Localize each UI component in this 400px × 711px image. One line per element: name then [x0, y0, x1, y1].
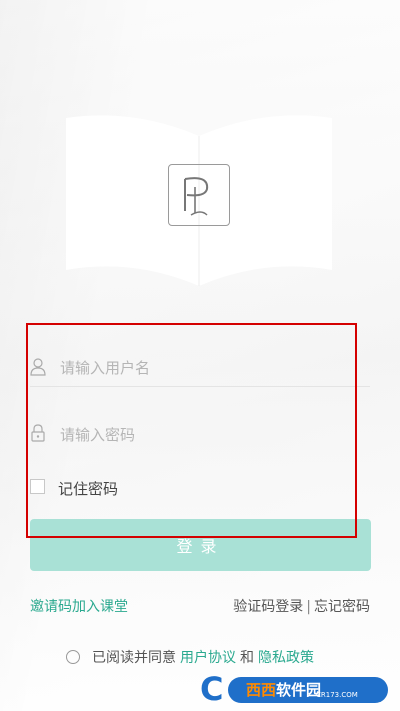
agreement-and: 和: [240, 650, 254, 666]
link-separator: |: [306, 599, 311, 615]
watermark-domain: CR173.COM: [316, 691, 358, 699]
privacy-policy-link[interactable]: 隐私政策: [258, 647, 314, 667]
invite-code-link[interactable]: 邀请码加入课堂: [30, 596, 128, 616]
highlight-rectangle: [26, 323, 357, 538]
login-options: 验证码登录 | 忘记密码: [233, 596, 370, 616]
sms-login-link[interactable]: 验证码登录: [233, 599, 303, 615]
watermark-text: 西西软件园: [246, 681, 322, 699]
p-logo-icon: [168, 164, 230, 226]
watermark-c-icon: C: [200, 670, 224, 708]
user-agreement-link[interactable]: 用户协议: [180, 647, 236, 667]
agreement-radio[interactable]: [66, 650, 80, 664]
agreement-prefix: 已阅读并同意: [92, 650, 176, 666]
watermark-logo: C 西西软件园 CR173.COM: [200, 672, 390, 706]
agreement-row: 已阅读并同意 用户协议 和 隐私政策: [66, 647, 318, 667]
forgot-password-link[interactable]: 忘记密码: [314, 599, 370, 615]
